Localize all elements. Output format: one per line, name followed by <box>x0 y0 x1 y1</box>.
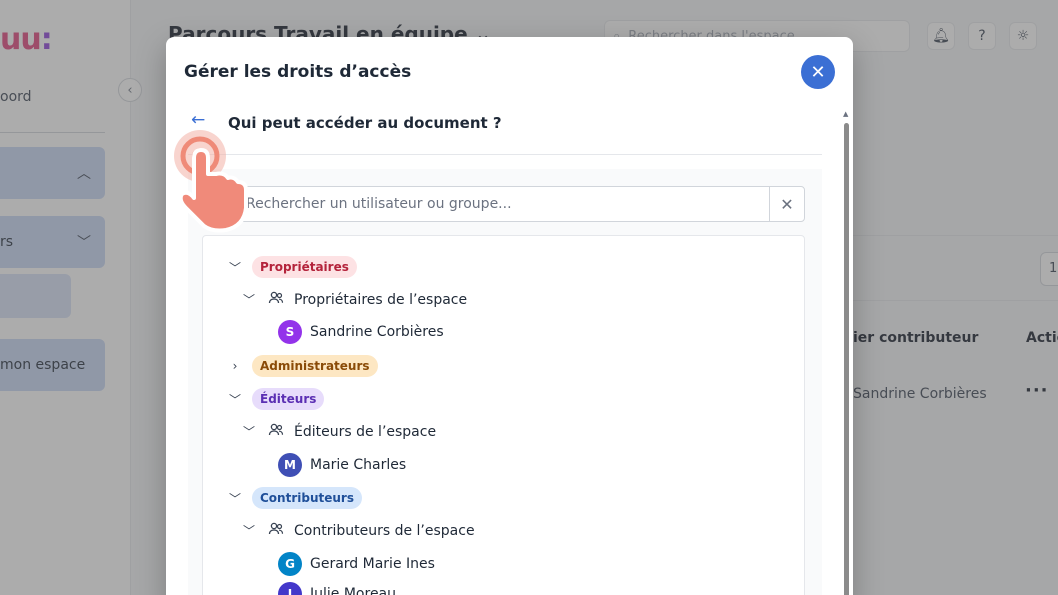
group-icon <box>268 291 284 308</box>
user-name: Marie Charles <box>310 457 407 473</box>
group-icon <box>268 423 284 440</box>
user-name: Gerard Marie Ines <box>310 556 435 572</box>
avatar: G <box>278 552 302 576</box>
access-tree: ﹀ Propriétaires ﹀ Propriétaires de l’esp… <box>202 235 805 595</box>
role-badge-contributors: Contributeurs <box>252 487 362 509</box>
group-label: Éditeurs de l’espace <box>294 423 437 440</box>
touch-pointer-icon <box>174 130 248 233</box>
group-row-editors[interactable]: ﹀ Éditeurs de l’espace <box>240 423 436 440</box>
back-arrow-icon[interactable]: ← <box>191 110 205 130</box>
user-row[interactable]: S Sandrine Corbières <box>278 320 444 344</box>
modal-subtitle: Qui peut accéder au document ? <box>228 114 502 132</box>
group-icon <box>268 522 284 539</box>
avatar: J <box>278 582 302 595</box>
group-label: Contributeurs de l’espace <box>294 522 475 539</box>
avatar: S <box>278 320 302 344</box>
role-badge-owners: Propriétaires <box>252 256 357 278</box>
role-row-admins[interactable]: › Administrateurs <box>226 355 378 377</box>
role-badge-editors: Éditeurs <box>252 388 325 410</box>
user-row[interactable]: M Marie Charles <box>278 453 406 477</box>
close-button[interactable]: ✕ <box>801 55 835 89</box>
group-label: Propriétaires de l’espace <box>294 291 468 308</box>
role-row-owners[interactable]: ﹀ Propriétaires <box>226 256 357 278</box>
chevron-down-icon[interactable]: ﹀ <box>226 259 244 276</box>
chevron-right-icon[interactable]: › <box>226 359 244 373</box>
clear-search-button[interactable]: ✕ <box>769 187 804 221</box>
role-row-editors[interactable]: ﹀ Éditeurs <box>226 388 325 410</box>
modal-title: Gérer les droits d’accès <box>184 62 412 82</box>
avatar: M <box>278 453 302 477</box>
group-row-owners[interactable]: ﹀ Propriétaires de l’espace <box>240 291 467 308</box>
role-badge-admins: Administrateurs <box>252 355 378 377</box>
scroll-up-arrow-icon[interactable]: ▲ <box>843 110 848 118</box>
scrollbar-thumb[interactable] <box>844 123 849 595</box>
chevron-down-icon[interactable]: ﹀ <box>226 490 244 507</box>
chevron-down-icon[interactable]: ﹀ <box>240 522 258 539</box>
user-name: Sandrine Corbières <box>310 324 444 340</box>
chevron-down-icon[interactable]: ﹀ <box>240 291 258 308</box>
user-row[interactable]: J Julie Moreau <box>278 582 396 595</box>
user-row[interactable]: G Gerard Marie Ines <box>278 552 435 576</box>
user-search-input[interactable] <box>203 187 769 221</box>
divider <box>188 154 822 155</box>
access-rights-modal: Gérer les droits d’accès ✕ ← Qui peut ac… <box>166 37 853 595</box>
role-row-contributors[interactable]: ﹀ Contributeurs <box>226 487 362 509</box>
user-search-field[interactable]: ✕ <box>202 186 805 222</box>
chevron-down-icon[interactable]: ﹀ <box>226 391 244 408</box>
chevron-down-icon[interactable]: ﹀ <box>240 423 258 440</box>
user-name: Julie Moreau <box>310 586 397 595</box>
group-row-contributors[interactable]: ﹀ Contributeurs de l’espace <box>240 522 475 539</box>
